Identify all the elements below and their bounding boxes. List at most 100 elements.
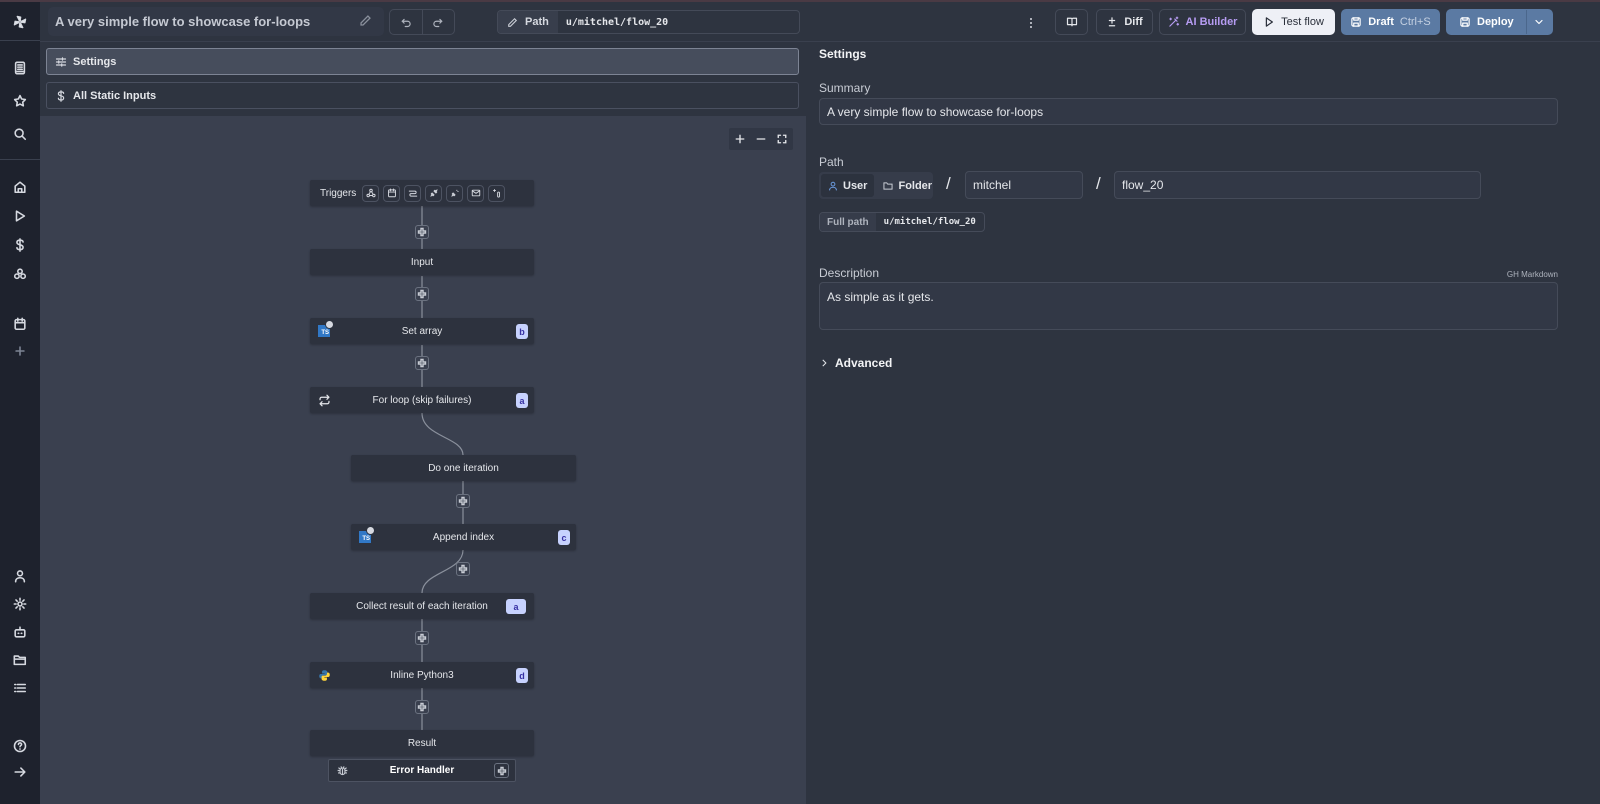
sidebar-item-help[interactable] — [10, 736, 30, 756]
node-label: Result — [407, 737, 437, 749]
test-flow-button[interactable]: Test flow — [1252, 9, 1335, 35]
trigger-email-button[interactable] — [467, 184, 485, 202]
trigger-websocket-button[interactable] — [425, 184, 443, 202]
list-icon — [13, 683, 27, 693]
sidebar-divider — [0, 40, 40, 41]
node-id-badge: a — [506, 599, 526, 614]
sidebar-item-search[interactable] — [10, 124, 30, 144]
node-label: Do one iteration — [428, 462, 499, 474]
node-id-badge: a — [516, 393, 528, 408]
flow-node-set-array[interactable]: TS Set array b — [310, 318, 534, 344]
flow-title-field[interactable]: A very simple flow to showcase for-loops — [48, 7, 384, 36]
add-step-button[interactable] — [456, 562, 470, 576]
owner-user-option[interactable]: User — [821, 174, 875, 197]
zoom-in-button[interactable] — [734, 133, 746, 145]
zoom-out-button[interactable] — [755, 133, 767, 145]
description-label: Description — [819, 266, 880, 280]
owner-name-input[interactable]: mitchel — [965, 171, 1083, 199]
advanced-toggle[interactable]: Advanced — [819, 356, 892, 370]
path-field[interactable]: Path u/mitchel/flow_20 — [497, 10, 800, 34]
deploy-button[interactable]: Deploy — [1447, 10, 1526, 34]
add-step-button[interactable] — [415, 225, 429, 239]
deploy-options-button[interactable] — [1525, 10, 1552, 34]
flow-node-collect-results[interactable]: Collect result of each iteration a — [310, 593, 534, 619]
add-step-button[interactable] — [456, 494, 470, 508]
add-error-handler-button[interactable] — [494, 763, 509, 778]
save-draft-button[interactable]: Draft Ctrl+S — [1341, 9, 1440, 35]
node-label: Set array — [401, 325, 443, 337]
redo-button[interactable] — [421, 10, 455, 34]
sidebar-item-resources[interactable] — [10, 264, 30, 284]
flow-node-input[interactable]: Input — [310, 249, 534, 275]
more-options-button[interactable] — [1026, 14, 1036, 32]
ai-builder-button[interactable]: AI Builder — [1159, 9, 1246, 35]
flow-node-inline-python[interactable]: Inline Python3 d — [310, 662, 534, 688]
settings-heading: Settings — [819, 47, 867, 61]
path-label: Path — [525, 16, 549, 28]
diff-button[interactable]: Diff — [1096, 9, 1153, 35]
tutorial-button[interactable] — [1055, 9, 1088, 35]
sidebar-item-expand[interactable] — [10, 762, 30, 782]
home-icon — [14, 181, 26, 194]
plus-icon — [417, 702, 427, 712]
gear-icon — [13, 597, 27, 611]
sidebar-item-user[interactable] — [10, 566, 30, 586]
node-id-badge: b — [516, 324, 528, 339]
sidebar-item-settings[interactable] — [10, 594, 30, 614]
sliders-icon — [55, 56, 67, 67]
pencil-icon — [360, 15, 371, 26]
dot — [1030, 22, 1032, 24]
node-label: Input — [410, 256, 434, 268]
windmill-logo[interactable] — [0, 2, 40, 42]
trigger-database-button[interactable] — [488, 184, 506, 202]
add-step-button[interactable] — [415, 287, 429, 301]
static-inputs-bar[interactable]: All Static Inputs — [46, 82, 799, 109]
flow-canvas-panel: Settings All Static Inputs Triggers Inpu… — [40, 42, 806, 804]
flow-edges — [421, 206, 464, 730]
flow-name-input[interactable]: flow_20 — [1114, 171, 1481, 199]
sidebar-item-schedules[interactable] — [10, 314, 30, 334]
script-icon — [14, 61, 26, 75]
owner-folder-option[interactable]: Folder — [876, 174, 939, 197]
dot — [1030, 26, 1032, 28]
description-textarea[interactable]: As simple as it gets. — [819, 282, 1558, 330]
summary-input[interactable]: A very simple flow to showcase for-loops — [819, 98, 1558, 125]
typescript-icon: TS — [317, 320, 334, 338]
flow-node-for-loop[interactable]: For loop (skip failures) a — [310, 387, 534, 413]
owner-name-value: mitchel — [973, 178, 1012, 192]
sidebar-item-runs[interactable] — [10, 206, 30, 226]
sidebar-item-home[interactable] — [10, 177, 30, 197]
user-icon — [829, 181, 837, 190]
fit-view-button[interactable] — [776, 133, 788, 145]
sidebar-item-more[interactable] — [10, 341, 30, 361]
path-label-group: Path — [498, 11, 558, 33]
sidebar-item-workers[interactable] — [10, 622, 30, 642]
add-step-button[interactable] — [415, 356, 429, 370]
plus-icon — [417, 358, 427, 368]
error-handler-node[interactable]: Error Handler — [328, 759, 516, 782]
settings-bar[interactable]: Settings — [46, 48, 799, 75]
trigger-http-button[interactable] — [404, 184, 422, 202]
plus-icon — [417, 227, 427, 237]
sidebar-item-folders[interactable] — [10, 650, 30, 670]
sidebar-item-scripts[interactable] — [10, 58, 30, 78]
sidebar-item-favorites[interactable] — [10, 91, 30, 111]
node-id-badge: d — [516, 668, 528, 683]
sidebar-divider — [0, 159, 40, 160]
undo-button[interactable] — [390, 10, 422, 34]
undo-icon — [401, 18, 411, 28]
webhook-icon — [366, 188, 376, 198]
edit-title-button[interactable] — [359, 14, 372, 32]
sidebar-item-variables[interactable] — [10, 235, 30, 255]
python-icon — [317, 668, 331, 682]
triggers-label: Triggers — [320, 187, 357, 199]
flow-node-result[interactable]: Result — [310, 730, 534, 756]
sidebar-item-logs[interactable] — [10, 678, 30, 698]
flow-node-append-index[interactable]: TS Append index c — [351, 524, 576, 550]
add-step-button[interactable] — [415, 700, 429, 714]
trigger-kafka-button[interactable] — [446, 184, 464, 202]
flow-node-do-one-iteration[interactable]: Do one iteration — [351, 455, 576, 481]
trigger-webhook-button[interactable] — [362, 184, 380, 202]
add-step-button[interactable] — [415, 631, 429, 645]
trigger-schedule-button[interactable] — [383, 184, 401, 202]
